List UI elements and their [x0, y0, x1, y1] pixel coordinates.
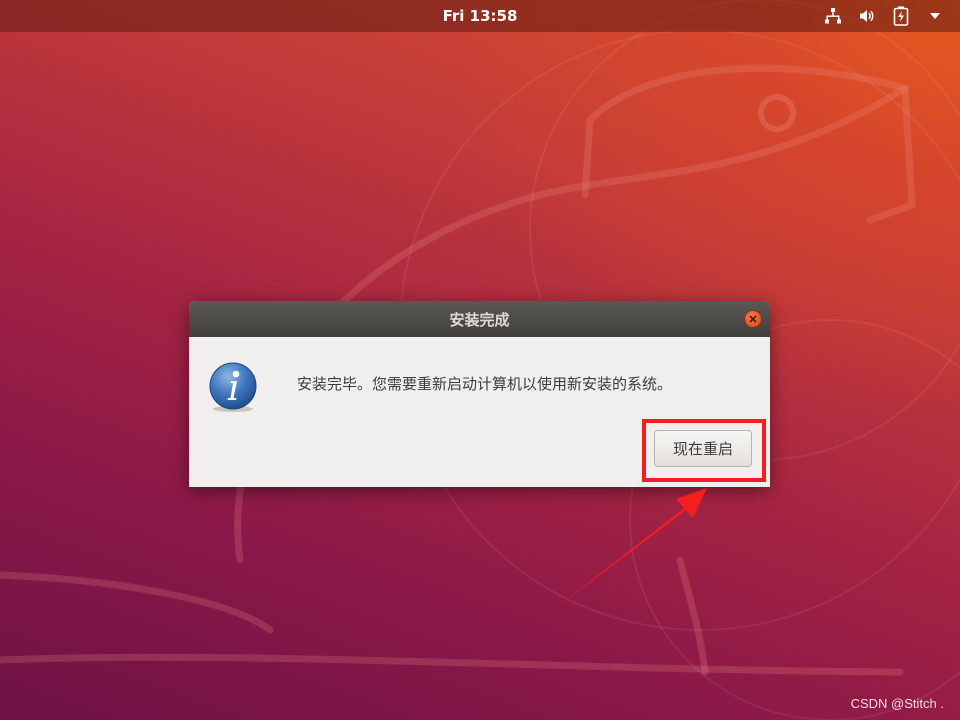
dialog-title: 安装完成 — [449, 311, 510, 329]
info-icon — [209, 362, 257, 412]
dialog-titlebar[interactable]: 安装完成 — [189, 301, 770, 337]
network-icon[interactable] — [822, 5, 844, 27]
battery-icon[interactable] — [890, 5, 912, 27]
annotation-highlight-box — [642, 419, 766, 482]
system-tray[interactable] — [822, 0, 946, 32]
clock[interactable]: Fri 13:58 — [0, 0, 960, 32]
chevron-down-icon[interactable] — [924, 5, 946, 27]
top-bar: Fri 13:58 — [0, 0, 960, 32]
desktop: Fri 13:58 安装完成 安装完毕。您需要重新启动计算机以使用新安装的系统。… — [0, 0, 960, 720]
volume-icon[interactable] — [856, 5, 878, 27]
watermark: CSDN @Stitch . — [850, 696, 944, 711]
close-button[interactable] — [744, 310, 762, 328]
close-icon — [749, 315, 757, 323]
dialog-message: 安装完毕。您需要重新启动计算机以使用新安装的系统。 — [297, 375, 673, 393]
